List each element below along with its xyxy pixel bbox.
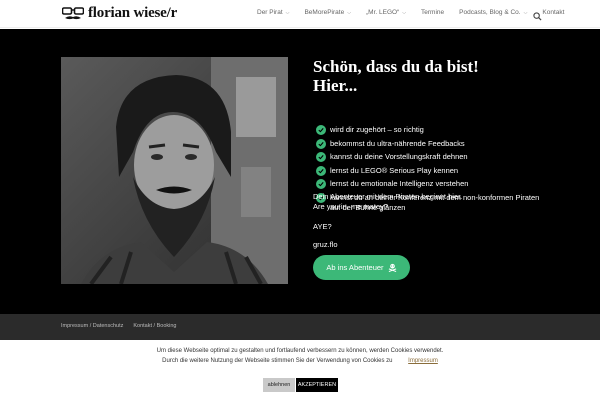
main-nav: Der Pirat ⌵ BeMorePirate ⌵ „Mr. LEGO“ ⌵ Ter… — [257, 9, 579, 16]
list-item: kannst du deine Vorstellungskraft dehnen — [316, 152, 546, 163]
list-item-text: wird dir zugehört – so richtig — [330, 125, 424, 134]
headline-line: Schön, dass du da bist! — [313, 57, 479, 76]
chevron-down-icon: ⌵ — [347, 9, 351, 16]
portrait-photo — [61, 57, 288, 284]
cookie-message-line1: Um diese Webseite optimal zu gestalten u… — [156, 348, 444, 354]
list-item-text: lernst du LEGO® Serious Play kennen — [330, 165, 459, 175]
nav-label: Termine — [421, 9, 445, 16]
cookie-decline-button[interactable]: ablehnen — [263, 378, 295, 392]
search-button[interactable] — [533, 8, 542, 26]
nav-label: Der Pirat — [257, 9, 283, 16]
nav-label: Kontakt — [542, 9, 565, 16]
nav-item-podcasts[interactable]: Podcasts, Blog & Co. ⌵ — [459, 9, 527, 16]
cookie-accept-button[interactable]: AKZEPTIEREN — [296, 378, 338, 392]
aye-text: AYE? — [313, 222, 332, 231]
intro-line: Dein Abenteuer mit dem Piraten beginnt h… — [313, 192, 463, 201]
search-icon — [533, 12, 542, 21]
nav-label: Podcasts, Blog & Co. — [459, 9, 521, 16]
headline-line: Hier... — [313, 76, 358, 95]
cta-button[interactable]: Ab ins Abenteuer — [313, 255, 410, 280]
nav-item-termine[interactable]: Termine — [421, 9, 444, 16]
hero-headline: Schön, dass du da bist! Hier... — [313, 57, 513, 95]
check-circle-icon — [316, 138, 326, 149]
signoff-text: gruz.flo — [313, 240, 338, 249]
check-circle-icon — [316, 165, 326, 176]
nav-item-der-pirat[interactable]: Der Pirat ⌵ — [257, 9, 289, 16]
site-footer: Impressum / Datenschutz Kontakt / Bookin… — [0, 314, 600, 340]
cookie-message-line2: Durch die weitere Nutzung der Webseite s… — [0, 356, 600, 366]
glasses-mustache-icon — [62, 6, 84, 19]
nav-item-mr-lego[interactable]: „Mr. LEGO“ ⌵ — [366, 9, 406, 16]
list-item-text: bekommst du ultra-nährende Feedbacks — [330, 138, 465, 148]
nav-label: BeMorePirate — [304, 9, 345, 16]
cookie-banner: Um diese Webseite optimal zu gestalten u… — [0, 340, 600, 400]
portrait-illustration — [61, 57, 288, 284]
nav-item-kontakt[interactable]: Kontakt — [542, 9, 564, 16]
footer-links: Impressum / Datenschutz Kontakt / Bookin… — [61, 323, 176, 329]
check-circle-icon — [316, 125, 326, 135]
site-header: florian wiese/r Der Pirat ⌵ BeMorePirate ⌵… — [0, 0, 600, 28]
footer-link-kontakt[interactable]: Kontakt / Booking — [133, 323, 176, 329]
list-item-text: lernst du emotionale Intelligenz versteh… — [330, 179, 469, 189]
cta-label: Ab ins Abenteuer — [326, 263, 384, 272]
chevron-down-icon: ⌵ — [402, 9, 407, 16]
intro-line: Are you in, me matey? — [313, 202, 389, 211]
chevron-down-icon: ⌵ — [523, 9, 528, 16]
site-logo[interactable]: florian wiese/r — [62, 5, 177, 22]
logo-text: florian wiese/r — [88, 5, 178, 21]
skull-crossbones-icon — [388, 263, 396, 272]
list-item: lernst du LEGO® Serious Play kennen — [316, 165, 546, 177]
list-item-text: kannst du deine Vorstellungskraft dehnen — [330, 152, 468, 162]
nav-label: „Mr. LEGO“ — [366, 9, 400, 16]
list-item: bekommst du ultra-nährende Feedbacks — [316, 138, 546, 150]
list-item: wird dir zugehört – so richtig — [316, 125, 546, 136]
cookie-message-text: Durch die weitere Nutzung der Webseite s… — [162, 358, 393, 364]
intro-text: Dein Abenteuer mit dem Piraten beginnt h… — [313, 192, 462, 212]
hero-section: Schön, dass du da bist! Hier... wird dir… — [0, 29, 600, 314]
cookie-impressum-link[interactable]: Impressum — [408, 358, 438, 364]
list-item: lernst du emotionale Intelligenz versteh… — [316, 179, 546, 190]
chevron-down-icon: ⌵ — [285, 9, 290, 16]
nav-item-bemorepirate[interactable]: BeMorePirate ⌵ — [304, 9, 351, 16]
check-circle-icon — [316, 152, 326, 163]
footer-link-impressum[interactable]: Impressum / Datenschutz — [61, 323, 123, 329]
check-circle-icon — [316, 179, 326, 190]
